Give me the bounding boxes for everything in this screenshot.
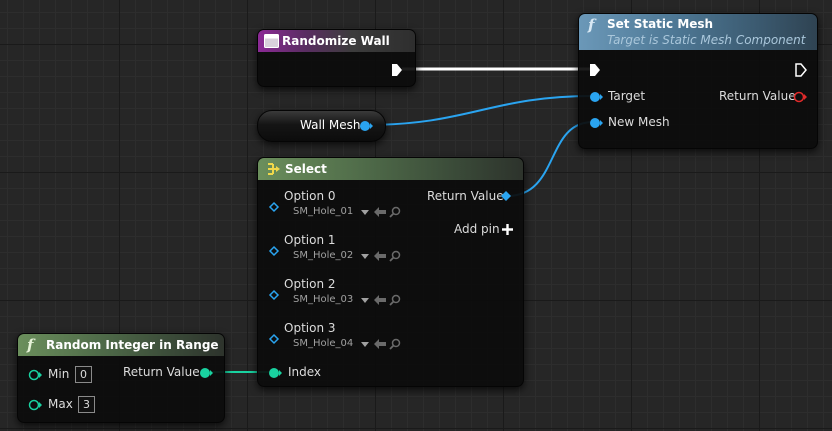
select-title: Select bbox=[285, 162, 327, 176]
browse-magnifier-icon[interactable] bbox=[389, 338, 401, 350]
dropdown-arrow-icon[interactable] bbox=[361, 210, 369, 215]
return-value-label: Return Value bbox=[719, 89, 796, 103]
dropdown-arrow-icon[interactable] bbox=[361, 298, 369, 303]
browse-magnifier-icon[interactable] bbox=[389, 294, 401, 306]
option-2-mesh-select[interactable]: SM_Hole_03 bbox=[293, 294, 353, 305]
new-mesh-pin-label: New Mesh bbox=[608, 115, 670, 129]
random-integer-return-pin[interactable] bbox=[199, 367, 213, 379]
index-pin-label: Index bbox=[288, 365, 322, 379]
select-node[interactable]: Select Return Value Add pin Option 0 SM_… bbox=[257, 157, 524, 387]
target-pin-label: Target bbox=[608, 89, 646, 103]
randomize-wall-node[interactable]: Randomize Wall bbox=[257, 29, 416, 87]
option-0-pin[interactable] bbox=[268, 201, 280, 213]
min-pin[interactable] bbox=[28, 369, 42, 381]
use-selected-arrow-icon[interactable] bbox=[374, 295, 386, 305]
min-value-input[interactable]: 0 bbox=[75, 366, 92, 383]
option-1-mesh-select[interactable]: SM_Hole_02 bbox=[293, 250, 353, 261]
use-selected-arrow-icon[interactable] bbox=[374, 207, 386, 217]
random-integer-node[interactable]: f Random Integer in Range Min 0 Return V… bbox=[17, 333, 225, 423]
dropdown-arrow-icon[interactable] bbox=[361, 254, 369, 259]
min-label: Min bbox=[48, 367, 70, 381]
use-selected-arrow-icon[interactable] bbox=[374, 251, 386, 261]
wall-mesh-node[interactable]: Wall Mesh bbox=[257, 110, 386, 142]
select-return-value-pin[interactable] bbox=[501, 191, 511, 201]
max-value-input[interactable]: 3 bbox=[78, 396, 95, 413]
browse-magnifier-icon[interactable] bbox=[389, 206, 401, 218]
select-header[interactable]: Select bbox=[258, 158, 523, 180]
option-3-label: Option 3 bbox=[284, 321, 336, 335]
option-3-pin[interactable] bbox=[268, 333, 280, 345]
add-pin-icon[interactable] bbox=[502, 224, 513, 235]
set-static-mesh-title: Set Static Mesh bbox=[607, 17, 714, 31]
exec-out-pin-icon[interactable] bbox=[391, 63, 403, 77]
browse-magnifier-icon[interactable] bbox=[389, 250, 401, 262]
option-2-label: Option 2 bbox=[284, 277, 336, 291]
set-static-mesh-header[interactable]: f Set Static Mesh Target is Static Mesh … bbox=[579, 14, 817, 50]
randomize-wall-title: Randomize Wall bbox=[282, 34, 390, 48]
option-0-mesh-select[interactable]: SM_Hole_01 bbox=[293, 206, 353, 217]
index-pin[interactable] bbox=[268, 367, 282, 379]
function-icon: f bbox=[27, 336, 34, 354]
max-label: Max bbox=[48, 397, 73, 411]
add-pin-label[interactable]: Add pin bbox=[454, 222, 500, 236]
random-integer-header[interactable]: f Random Integer in Range bbox=[18, 334, 224, 356]
select-icon bbox=[268, 163, 280, 175]
option-1-pin[interactable] bbox=[268, 245, 280, 257]
wall-mesh-out-pin[interactable] bbox=[359, 120, 373, 132]
random-integer-return-label: Return Value bbox=[123, 365, 200, 379]
select-return-value-label: Return Value bbox=[427, 189, 504, 203]
option-1-label: Option 1 bbox=[284, 233, 336, 247]
max-pin[interactable] bbox=[28, 399, 42, 411]
wall-mesh-label: Wall Mesh bbox=[300, 118, 361, 132]
event-icon bbox=[264, 34, 279, 48]
target-pin[interactable] bbox=[589, 91, 603, 103]
set-static-mesh-node[interactable]: f Set Static Mesh Target is Static Mesh … bbox=[578, 13, 818, 149]
option-0-label: Option 0 bbox=[284, 189, 336, 203]
wall-mesh-wire bbox=[364, 95, 594, 126]
randomize-wall-header[interactable]: Randomize Wall bbox=[258, 30, 415, 52]
dropdown-arrow-icon[interactable] bbox=[361, 342, 369, 347]
exec-in-pin-icon[interactable] bbox=[589, 63, 601, 77]
function-icon: f bbox=[588, 16, 595, 34]
option-2-pin[interactable] bbox=[268, 289, 280, 301]
option-3-mesh-select[interactable]: SM_Hole_04 bbox=[293, 338, 353, 349]
set-static-mesh-subtitle: Target is Static Mesh Component bbox=[607, 33, 806, 47]
return-value-pin[interactable] bbox=[793, 91, 807, 103]
new-mesh-pin[interactable] bbox=[589, 117, 603, 129]
use-selected-arrow-icon[interactable] bbox=[374, 339, 386, 349]
random-integer-title: Random Integer in Range bbox=[46, 338, 219, 352]
exec-out-pin-icon[interactable] bbox=[795, 63, 807, 77]
